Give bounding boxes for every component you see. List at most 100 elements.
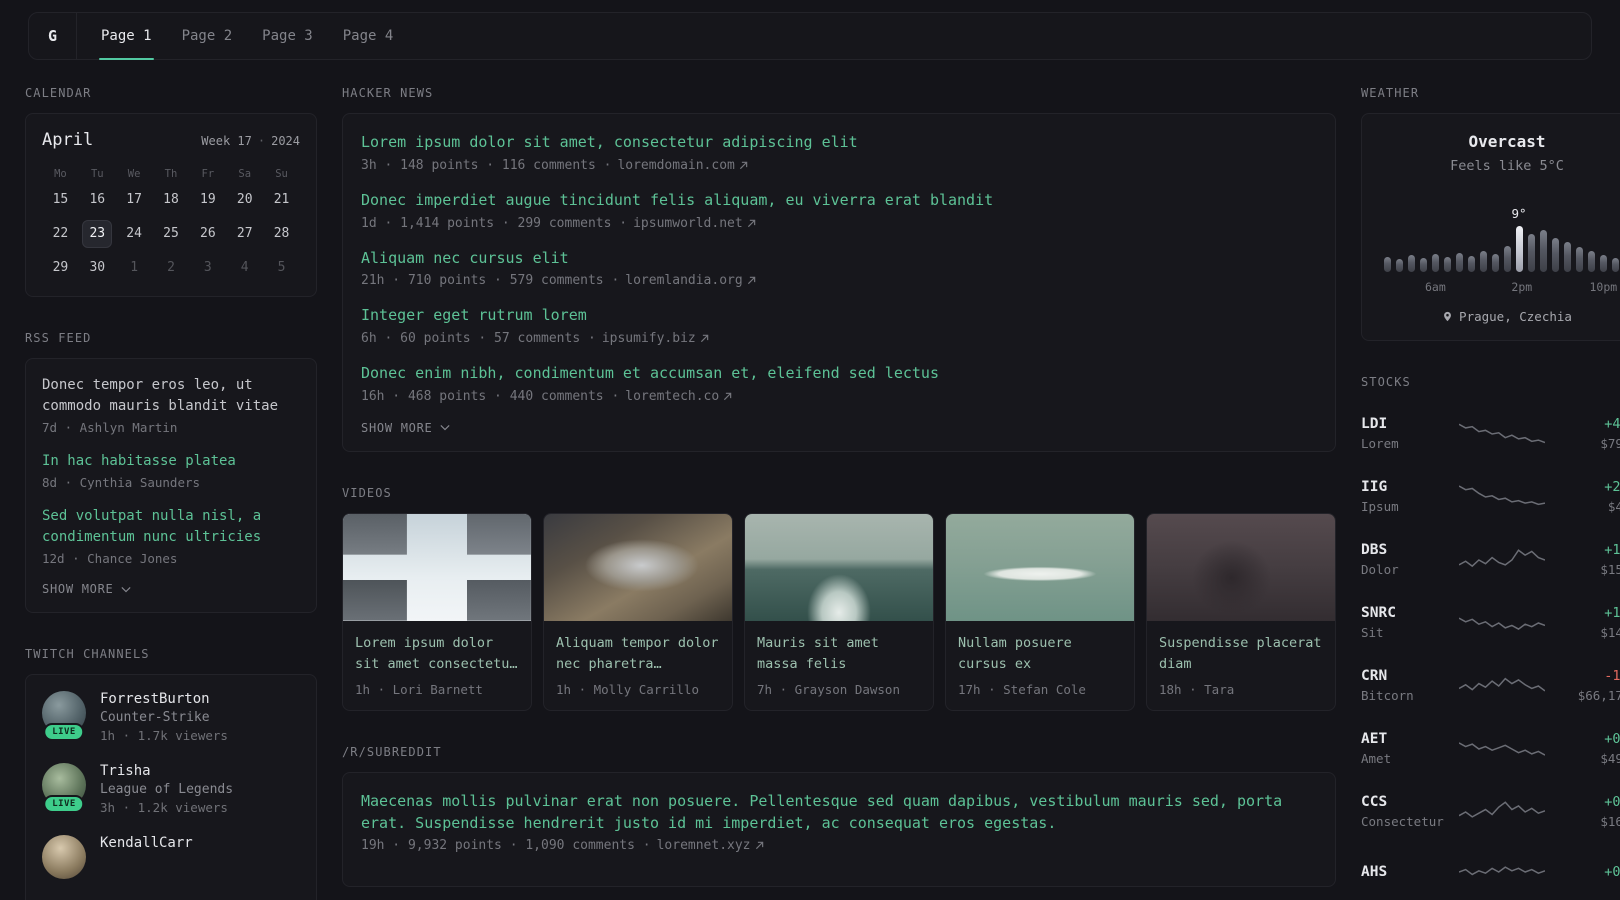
weather-location-text: Prague, Czechia [1459,309,1572,324]
external-link-icon [739,161,748,169]
news-item-domain-link[interactable]: loremtech.co [625,389,732,404]
calendar-day: 27 [236,226,253,241]
rss-card: Donec tempor eros leo, ut commodo mauris… [25,358,317,613]
page-tab[interactable]: Page 3 [260,13,315,59]
stock-sparkline [1459,671,1545,701]
weather-bar [1611,258,1619,272]
subreddit-post-title[interactable]: Maecenas mollis pulvinar erat non posuer… [361,791,1317,835]
subreddit-list: Maecenas mollis pulvinar erat non posuer… [361,791,1317,854]
news-item-domain-link[interactable]: loremlandia.org [625,273,755,288]
calendar-day: 23 [82,220,113,248]
twitch-channel[interactable]: LIVE ForrestBurton Counter-Strike 1h · 1… [42,691,300,743]
stock-symbol: CRN [1361,668,1388,684]
calendar-header: April Week 17 · 2024 [42,130,300,150]
video-card[interactable]: Suspendisse placerat diam 18h · Tara [1146,512,1336,711]
topbar: G Page 1 Page 2 Page 3 Page 4 [28,12,1592,60]
channel-avatar: LIVE [42,691,86,741]
news-item-title[interactable]: Donec enim nibh, condimentum et accumsan… [361,363,1317,385]
news-item-meta: 3h · 148 points · 116 comments · loremdo… [361,158,1317,173]
calendar-week-year: Week 17 · 2024 [201,134,300,148]
stock-row[interactable]: AET Amet +0.92% $499.72 [1361,717,1620,780]
stock-change: +0.46% [1604,864,1620,880]
rss-item-title[interactable]: Donec tempor eros leo, ut commodo mauris… [42,375,300,417]
weather-bar [1383,257,1391,272]
calendar-day-header: Th [164,168,178,180]
stock-name: Lorem [1361,436,1399,451]
weather-bar-slot [1503,246,1511,272]
calendar-day: 19 [200,192,216,207]
calendar-day: 3 [203,260,212,275]
news-item-meta: 16h · 468 points · 440 comments · loremt… [361,389,1317,404]
channel-info: Trisha League of Legends 3h · 1.2k viewe… [100,763,233,815]
weather-location: Prague, Czechia [1378,309,1620,324]
subreddit-post: Maecenas mollis pulvinar erat non posuer… [361,791,1317,854]
page-tab[interactable]: Page 2 [180,13,235,59]
stock-price: $156.28 [1600,562,1620,577]
stock-row[interactable]: CRN Bitcorn -1.00% $66,171.48 [1361,654,1620,717]
stock-price: $66,171.48 [1577,688,1620,703]
stock-identity: CCS Consectetur [1361,794,1451,829]
video-meta: 7h · Grayson Dawson [757,681,900,697]
video-card-body: Lorem ipsum dolor sit amet consectetu… 1… [343,621,531,710]
weather-hour-labels: 6am 2pm 10pm [1384,280,1620,295]
weather-bar [1395,259,1403,272]
stock-row[interactable]: SNRC Sit +1.36% $148.64 [1361,591,1620,654]
stock-identity: CRN Bitcorn [1361,668,1451,703]
calendar-day: 24 [126,226,142,241]
stock-symbol: IIG [1361,479,1388,495]
video-card[interactable]: Nullam posuere cursus ex 17h · Stefan Co… [945,512,1135,711]
page-tab[interactable]: Page 1 [99,13,154,60]
stock-values: +0.92% $499.72 [1553,731,1620,766]
video-card[interactable]: Lorem ipsum dolor sit amet consectetu… 1… [342,512,532,711]
weather-feels-like: Feels like 5°C [1450,158,1564,174]
news-item-title[interactable]: Donec imperdiet augue tincidunt felis al… [361,190,1317,212]
news-item-title[interactable]: Lorem ipsum dolor sit amet, consectetur … [361,132,1317,154]
stock-row[interactable]: LDI Lorem +4.35% $795.18 [1361,402,1620,465]
calendar-week: Week 17 [201,134,252,148]
twitch-channel[interactable]: KendallCarr [42,835,300,879]
news-item-domain-link[interactable]: ipsumify.biz [602,331,709,346]
stock-row[interactable]: CCS Consectetur +0.51% $165.84 [1361,780,1620,843]
weather-bar-slot [1455,253,1463,272]
right-column: WEATHER Overcast Feels like 5°C 9° 6am 2… [1361,86,1620,900]
hackernews-show-more-button[interactable]: SHOW MORE [361,421,450,435]
news-item-meta: 1d · 1,414 points · 299 comments · ipsum… [361,216,1317,231]
stock-row[interactable]: DBS Dolor +1.42% $156.28 [1361,528,1620,591]
stock-name: Ipsum [1361,499,1399,514]
hackernews-card: Lorem ipsum dolor sit amet, consectetur … [342,113,1336,452]
chevron-down-icon [120,586,131,592]
weather-bar [1419,258,1427,272]
stock-values: +1.42% $156.28 [1553,542,1620,577]
video-card[interactable]: Mauris sit amet massa felis 7h · Grayson… [744,512,934,711]
page-tab[interactable]: Page 4 [341,13,396,59]
twitch-channel[interactable]: LIVE Trisha League of Legends 3h · 1.2k … [42,763,300,815]
news-item-title[interactable]: Aliquam nec cursus elit [361,248,1317,270]
weather-bar [1539,230,1547,272]
video-card[interactable]: Aliquam tempor dolor nec pharetra… 1h · … [543,512,733,711]
twitch-heading: TWITCH CHANNELS [25,647,150,661]
weather-bar-slot [1467,256,1475,272]
rss-item-title[interactable]: Sed volutpat nulla nisl, a condimentum n… [42,506,300,548]
rss-show-more-button[interactable]: SHOW MORE [42,582,131,596]
video-title: Aliquam tempor dolor nec pharetra… [556,634,719,672]
news-item-domain-link[interactable]: loremdomain.com [617,158,748,173]
rss-item-title[interactable]: In hac habitasse platea [42,451,300,472]
calendar-heading: CALENDAR [25,86,92,100]
news-item-domain-link[interactable]: ipsumworld.net [633,216,756,231]
weather-card: Overcast Feels like 5°C 9° 6am 2pm 10pm … [1361,113,1620,341]
stock-identity: LDI Lorem [1361,416,1451,451]
stock-row[interactable]: AHS +0.46% [1361,843,1620,900]
stock-sparkline [1459,857,1545,887]
channel-avatar [42,835,86,879]
rss-item-meta: 12d · Chance Jones [42,551,178,566]
live-badge: LIVE [43,795,85,813]
news-item: Donec imperdiet augue tincidunt felis al… [361,190,1317,231]
stock-row[interactable]: IIG Ipsum +2.84% $42.04 [1361,465,1620,528]
calendar-day: 30 [89,260,106,275]
stock-name: Amet [1361,751,1392,766]
stock-values: +1.36% $148.64 [1553,605,1620,640]
news-item-title[interactable]: Integer eget rutrum lorem [361,305,1317,327]
app-logo[interactable]: G [29,13,77,59]
subreddit-post-domain-link[interactable]: loremnet.xyz [657,838,764,853]
channel-viewers: 1h · 1.7k viewers [100,728,228,743]
